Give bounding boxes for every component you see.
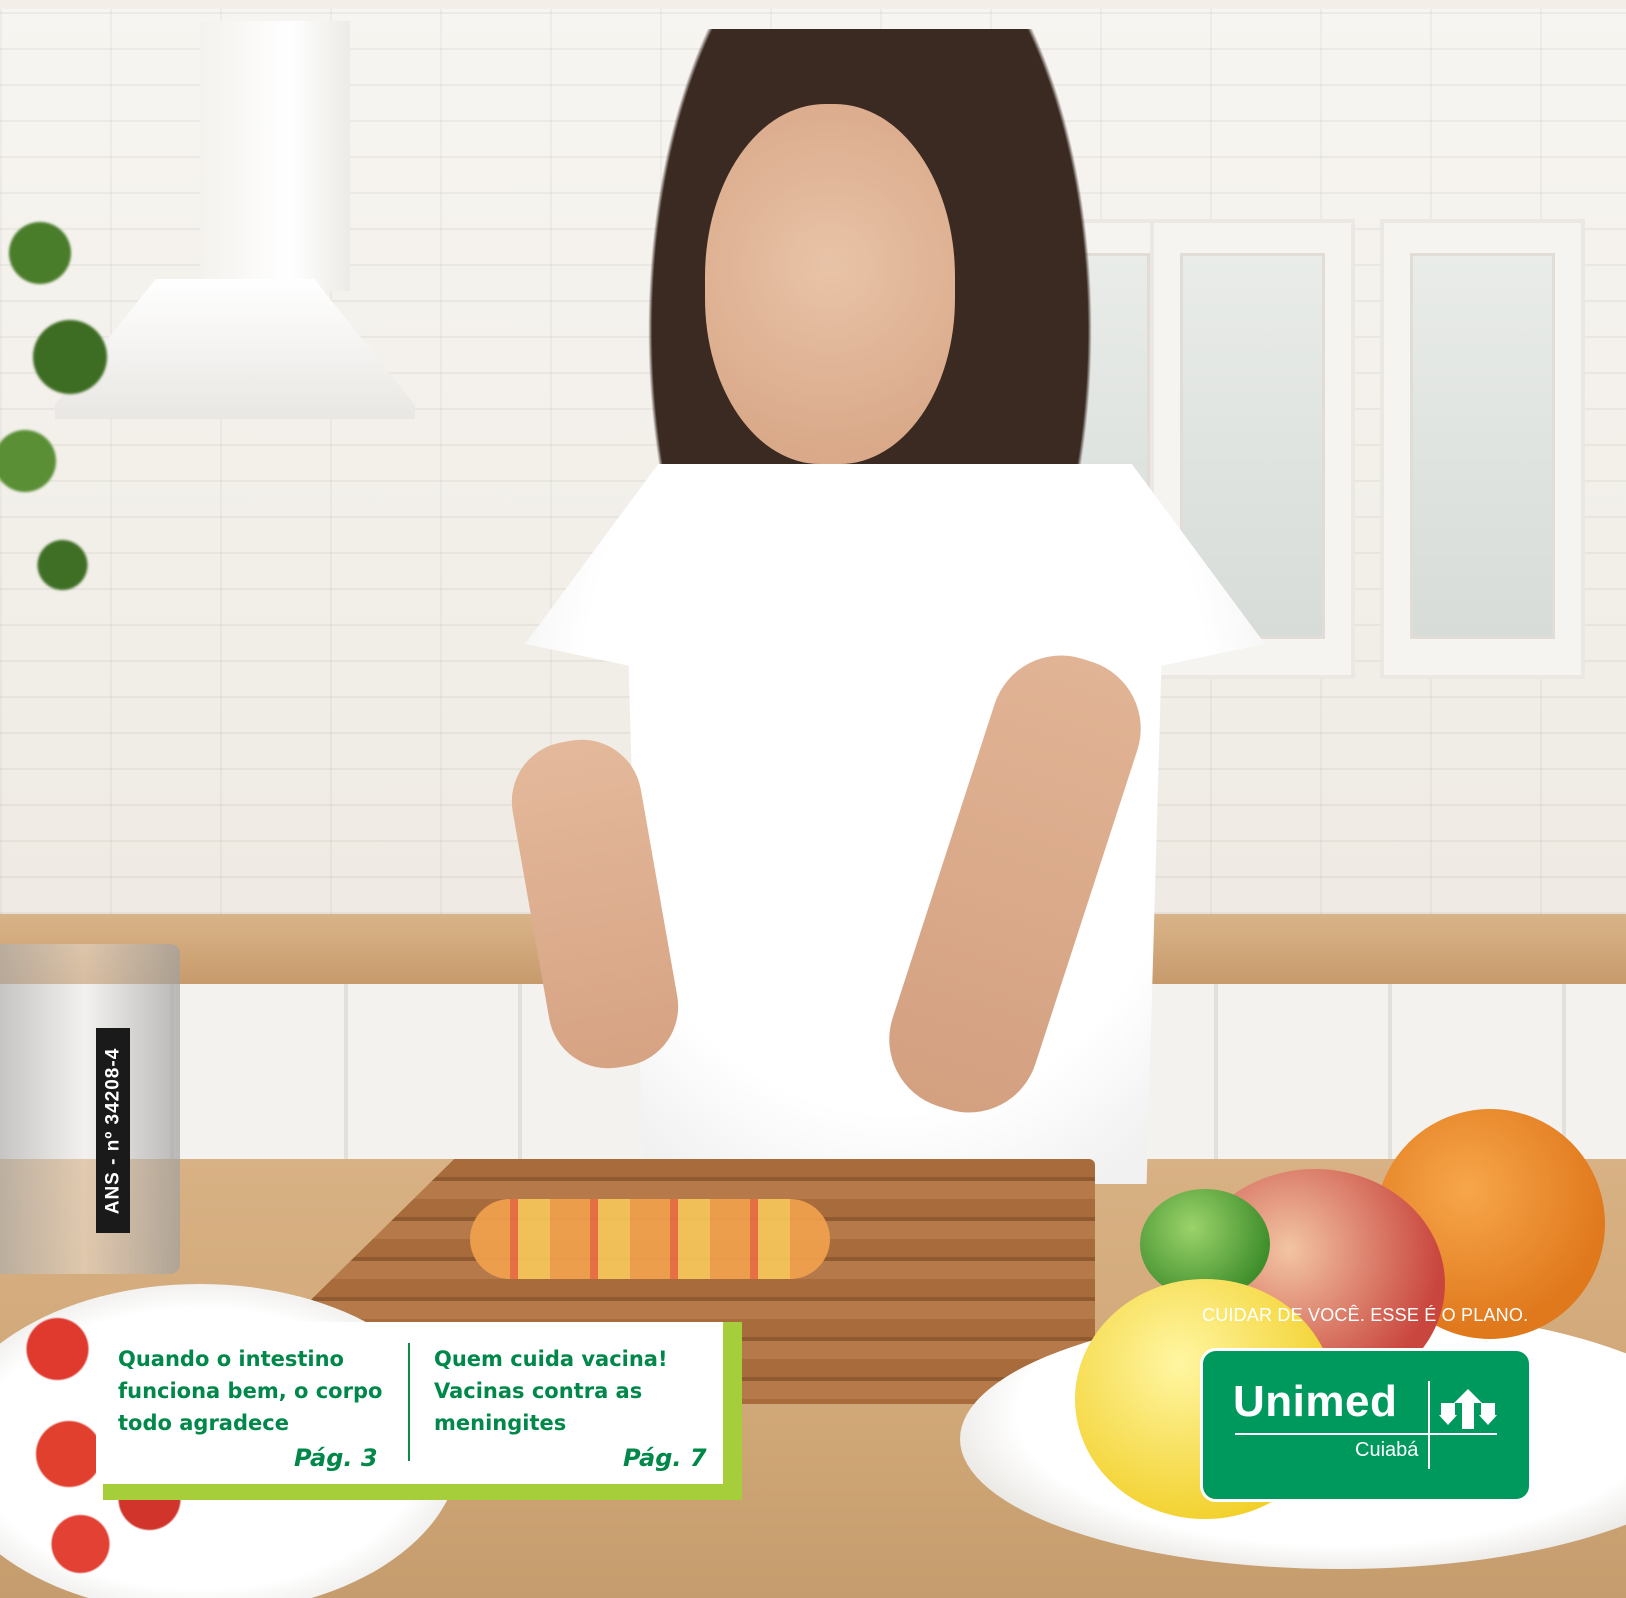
logo-city: Cuiabá xyxy=(1355,1439,1419,1461)
woman-face xyxy=(705,104,955,464)
unimed-logo: Unimed Cuiabá xyxy=(1200,1348,1532,1502)
teaser-article-2[interactable]: Quem cuida vacina! Vacinas contra as men… xyxy=(434,1343,709,1472)
logo-brand-name: Unimed xyxy=(1233,1377,1398,1426)
logo-rule xyxy=(1235,1433,1497,1435)
ans-registration-tag: ANS - nº 34208-4 xyxy=(96,1028,130,1233)
teaser-title: Quando o intestino funciona bem, o corpo… xyxy=(118,1347,383,1435)
teaser-page-ref: Pág. 7 xyxy=(623,1444,707,1472)
range-hood xyxy=(200,21,350,291)
teaser-title: Quem cuida vacina! Vacinas contra as men… xyxy=(434,1347,668,1435)
teaser-divider xyxy=(408,1343,410,1461)
logo-rule xyxy=(1428,1381,1430,1469)
ans-registration-text: ANS - nº 34208-4 xyxy=(102,1047,123,1214)
brand-slogan: CUIDAR DE VOCÊ. ESSE É O PLANO. xyxy=(1202,1305,1529,1325)
blender xyxy=(0,944,180,1274)
unimed-emblem-icon xyxy=(1439,1389,1497,1429)
teaser-page-ref: Pág. 3 xyxy=(294,1444,378,1472)
teaser-article-1[interactable]: Quando o intestino funciona bem, o corpo… xyxy=(118,1343,388,1472)
sliced-mango xyxy=(470,1199,830,1279)
hanging-plant xyxy=(0,149,130,669)
glass-cabinet xyxy=(1380,219,1585,679)
magazine-cover: ANS - nº 34208-4 Quando o intestino func… xyxy=(0,0,1626,1598)
